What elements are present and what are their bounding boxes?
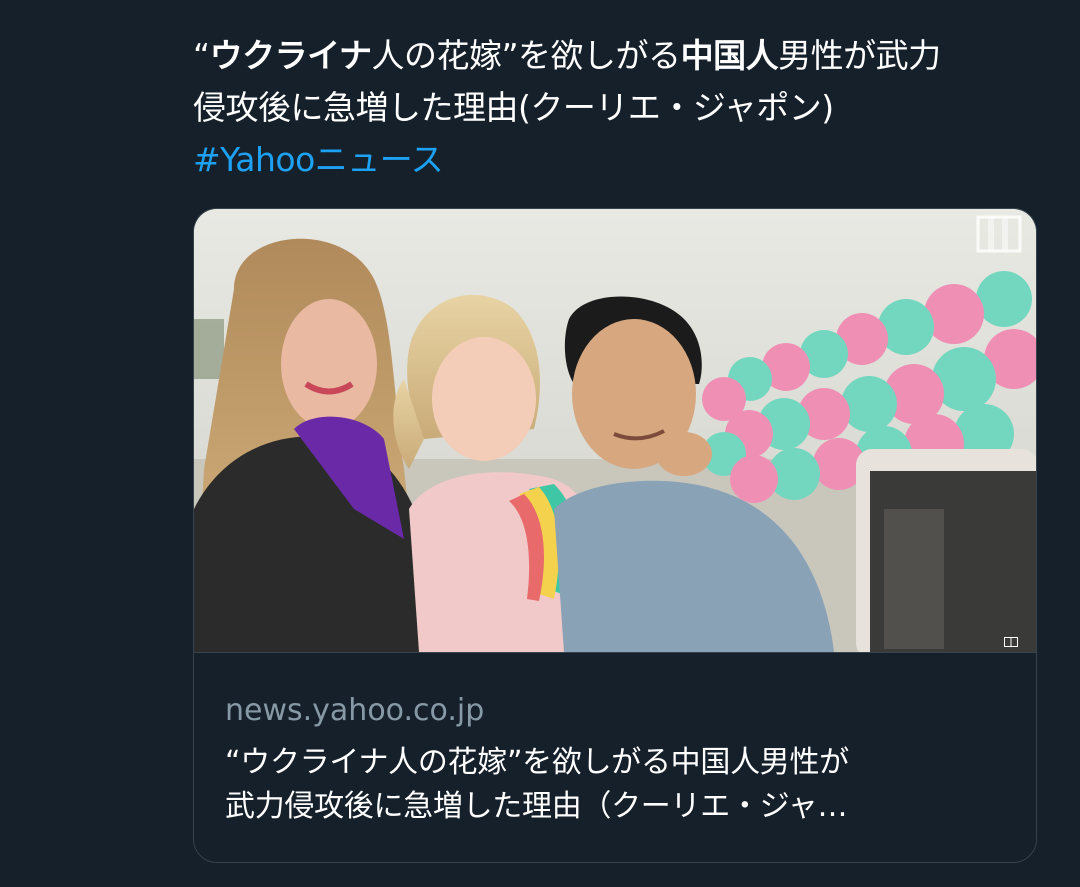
- image-badge-icon: [1004, 637, 1018, 647]
- tweet-text-bold-ukraine: ウクライナ: [209, 36, 372, 75]
- card-title-line-1: “ウクライナ人の花嫁”を欲しがる中国人男性が: [225, 745, 849, 780]
- card-title: “ウクライナ人の花嫁”を欲しがる中国人男性が 武力侵攻後に急増した理由（クーリエ…: [225, 741, 1005, 829]
- card-domain: news.yahoo.co.jp: [225, 693, 485, 728]
- card-title-line-2: 武力侵攻後に急増した理由（クーリエ・ジャ…: [225, 789, 848, 824]
- link-card[interactable]: news.yahoo.co.jp “ウクライナ人の花嫁”を欲しがる中国人男性が …: [193, 208, 1037, 863]
- tweet-text-line-2: 侵攻後に急増した理由(クーリエ・ジャポン): [193, 88, 834, 127]
- tweet-screen: “ウクライナ人の花嫁”を欲しがる中国人男性が武力 侵攻後に急増した理由(クーリエ…: [0, 0, 1080, 887]
- card-image[interactable]: [194, 209, 1036, 652]
- tweet-text: “ウクライナ人の花嫁”を欲しがる中国人男性が武力 侵攻後に急増した理由(クーリエ…: [193, 30, 1053, 186]
- tweet-text-part: 男性が武力: [778, 36, 941, 75]
- tweet-text-part: 人の花嫁”を欲しがる: [371, 36, 681, 75]
- quote-open: “: [193, 36, 210, 75]
- tweet-text-line-1: “ウクライナ人の花嫁”を欲しがる中国人男性が武力: [193, 30, 1053, 82]
- fullscreen-icon[interactable]: [976, 215, 1022, 253]
- hashtag-link[interactable]: #Yahooニュース: [193, 140, 444, 179]
- tweet-text-bold-chinese: 中国人: [680, 36, 779, 75]
- card-body[interactable]: news.yahoo.co.jp “ウクライナ人の花嫁”を欲しがる中国人男性が …: [194, 653, 1036, 862]
- card-photo: [194, 209, 1036, 652]
